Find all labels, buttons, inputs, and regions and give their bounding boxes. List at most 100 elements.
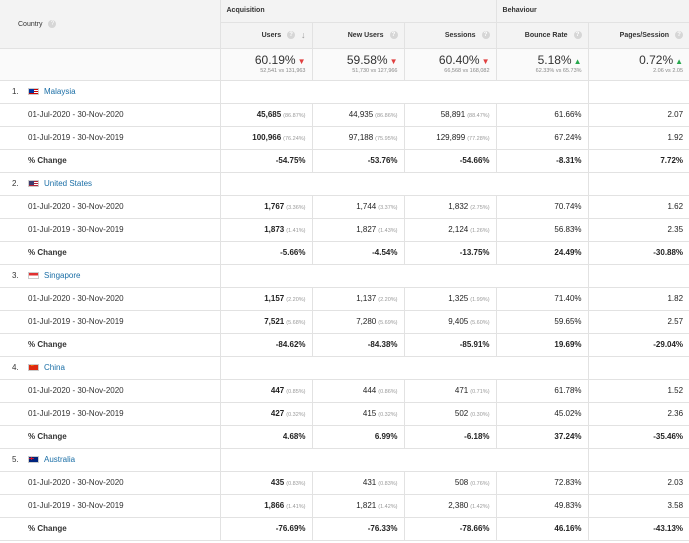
country-link[interactable]: Malaysia bbox=[44, 87, 76, 96]
users-change-cell: -54.75% bbox=[219, 149, 312, 173]
table-row: 01-Jul-2019 - 30-Nov-2019 427 (0.32%) 415 (0… bbox=[0, 402, 689, 426]
change-label: % Change bbox=[0, 333, 220, 357]
users-cell: 1,866 (1.41%) bbox=[219, 494, 312, 518]
change-row: % Change -5.66% -4.54% -13.75% 24.49% -30.88% bbox=[0, 241, 689, 265]
pages-session-cell: 2.36 bbox=[587, 402, 689, 426]
arrow-down-icon: ▼ bbox=[481, 56, 490, 66]
bounce-rate-column-header[interactable]: Bounce Rate ? bbox=[495, 22, 589, 49]
country-link[interactable]: Australia bbox=[44, 455, 75, 464]
pages-session-cell: 1.52 bbox=[587, 379, 689, 403]
users-column-header[interactable]: Users ? ↓ bbox=[219, 22, 312, 49]
behaviour-group-header: Behaviour bbox=[495, 0, 689, 23]
users-cell: 45,685 (86.87%) bbox=[219, 103, 312, 127]
sessions-change-cell: -13.75% bbox=[403, 241, 497, 265]
row-index: 2. bbox=[12, 179, 19, 188]
date-range-label: 01-Jul-2020 - 30-Nov-2020 bbox=[0, 195, 220, 219]
change-row: % Change -84.62% -84.38% -85.91% 19.69% -29.0… bbox=[0, 333, 689, 357]
table-row: 01-Jul-2020 - 30-Nov-2020 1,767 (3.36%) 1,7… bbox=[0, 195, 689, 219]
change-label: % Change bbox=[0, 149, 220, 173]
sessions-cell: 471 (0.71%) bbox=[403, 379, 497, 403]
new-users-cell: 415 (0.32%) bbox=[311, 402, 404, 426]
bounce-rate-change-cell: -8.31% bbox=[495, 149, 589, 173]
table-row: 01-Jul-2020 - 30-Nov-2020 435 (0.83%) 431 (0… bbox=[0, 471, 689, 495]
users-cell: 100,966 (76.24%) bbox=[219, 126, 312, 150]
total-bounce-rate: 5.18% ▲ 62.33% vs 65.73% bbox=[495, 48, 589, 81]
country-link[interactable]: Singapore bbox=[44, 271, 80, 280]
sessions-cell: 502 (0.30%) bbox=[403, 402, 497, 426]
bounce-rate-cell: 59.65% bbox=[495, 310, 589, 334]
bounce-rate-cell: 72.83% bbox=[495, 471, 589, 495]
arrow-up-icon: ▲ bbox=[675, 56, 684, 66]
table-row: 01-Jul-2020 - 30-Nov-2020 447 (0.85%) 444 (0… bbox=[0, 379, 689, 403]
analytics-table: Country ? Acquisition Behaviour Users ? … bbox=[0, 0, 689, 541]
country-row: 4. China bbox=[0, 356, 689, 380]
users-change-cell: -5.66% bbox=[219, 241, 312, 265]
sessions-change-cell: -54.66% bbox=[403, 149, 497, 173]
totals-row: 60.19% ▼ 52,541 vs 131,963 59.58% ▼ 51,730… bbox=[0, 48, 689, 81]
new-users-change-cell: -84.38% bbox=[311, 333, 404, 357]
change-row: % Change -54.75% -53.76% -54.66% -8.31% 7.72% bbox=[0, 149, 689, 173]
change-label: % Change bbox=[0, 517, 220, 541]
help-icon[interactable]: ? bbox=[573, 31, 582, 39]
country-row: 1. Malaysia bbox=[0, 80, 689, 104]
users-cell: 435 (0.83%) bbox=[219, 471, 312, 495]
table-row: 01-Jul-2019 - 30-Nov-2019 1,866 (1.41%) 1,8… bbox=[0, 494, 689, 518]
sessions-column-header[interactable]: Sessions ? bbox=[403, 22, 497, 49]
bounce-rate-cell: 61.66% bbox=[495, 103, 589, 127]
pages-session-change-cell: -35.46% bbox=[587, 425, 689, 449]
pages-session-cell: 1.92 bbox=[587, 126, 689, 150]
bounce-rate-cell: 45.02% bbox=[495, 402, 589, 426]
new-users-cell: 97,188 (75.95%) bbox=[311, 126, 404, 150]
table-row: 01-Jul-2020 - 30-Nov-2020 45,685 (86.87%) 4… bbox=[0, 103, 689, 127]
new-users-cell: 1,821 (1.42%) bbox=[311, 494, 404, 518]
help-icon[interactable]: ? bbox=[481, 31, 490, 39]
sessions-cell: 2,124 (1.26%) bbox=[403, 218, 497, 242]
country-label: Country bbox=[18, 20, 43, 28]
new-users-cell: 1,137 (2.20%) bbox=[311, 287, 404, 311]
acquisition-group-header: Acquisition bbox=[219, 0, 497, 23]
table-row: 01-Jul-2019 - 30-Nov-2019 7,521 (5.68%) 7,2… bbox=[0, 310, 689, 334]
users-change-cell: 4.68% bbox=[219, 425, 312, 449]
pages-session-change-cell: -29.04% bbox=[587, 333, 689, 357]
new-users-cell: 7,280 (5.69%) bbox=[311, 310, 404, 334]
users-cell: 447 (0.85%) bbox=[219, 379, 312, 403]
arrow-down-icon: ▼ bbox=[389, 56, 398, 66]
row-index: 3. bbox=[12, 271, 19, 280]
new-users-column-header[interactable]: New Users ? bbox=[311, 22, 404, 49]
change-label: % Change bbox=[0, 425, 220, 449]
new-users-change-cell: -53.76% bbox=[311, 149, 404, 173]
country-link[interactable]: China bbox=[44, 363, 65, 372]
sessions-cell: 129,899 (77.28%) bbox=[403, 126, 497, 150]
users-cell: 1,873 (1.41%) bbox=[219, 218, 312, 242]
help-icon[interactable]: ? bbox=[48, 19, 57, 28]
date-range-label: 01-Jul-2019 - 30-Nov-2019 bbox=[0, 218, 220, 242]
new-users-change-cell: -76.33% bbox=[311, 517, 404, 541]
new-users-cell: 1,827 (1.43%) bbox=[311, 218, 404, 242]
table-row: 01-Jul-2020 - 30-Nov-2020 1,157 (2.20%) 1,1… bbox=[0, 287, 689, 311]
sessions-cell: 2,380 (1.42%) bbox=[403, 494, 497, 518]
help-icon[interactable]: ? bbox=[389, 31, 398, 39]
pages-session-change-cell: -30.88% bbox=[587, 241, 689, 265]
bounce-rate-change-cell: 24.49% bbox=[495, 241, 589, 265]
help-icon[interactable]: ? bbox=[675, 31, 684, 39]
help-icon[interactable]: ? bbox=[287, 31, 296, 39]
new-users-cell: 444 (0.86%) bbox=[311, 379, 404, 403]
pages-session-change-cell: 7.72% bbox=[587, 149, 689, 173]
date-range-label: 01-Jul-2019 - 30-Nov-2019 bbox=[0, 494, 220, 518]
change-row: % Change 4.68% 6.99% -6.18% 37.24% -35.46% bbox=[0, 425, 689, 449]
new-users-cell: 431 (0.83%) bbox=[311, 471, 404, 495]
sessions-cell: 1,832 (2.75%) bbox=[403, 195, 497, 219]
new-users-change-cell: -4.54% bbox=[311, 241, 404, 265]
table-row: 01-Jul-2019 - 30-Nov-2019 1,873 (1.41%) 1,8… bbox=[0, 218, 689, 242]
flag-icon bbox=[28, 88, 39, 96]
pages-session-cell: 2.57 bbox=[587, 310, 689, 334]
pages-session-column-header[interactable]: Pages/Session ? bbox=[587, 22, 689, 49]
date-range-label: 01-Jul-2020 - 30-Nov-2020 bbox=[0, 379, 220, 403]
sessions-change-cell: -6.18% bbox=[403, 425, 497, 449]
country-link[interactable]: United States bbox=[44, 179, 92, 188]
flag-icon bbox=[28, 272, 39, 280]
country-column-header[interactable]: Country ? bbox=[0, 0, 220, 49]
sort-desc-icon[interactable]: ↓ bbox=[301, 30, 306, 40]
arrow-up-icon: ▲ bbox=[573, 56, 582, 66]
pages-session-cell: 2.35 bbox=[587, 218, 689, 242]
